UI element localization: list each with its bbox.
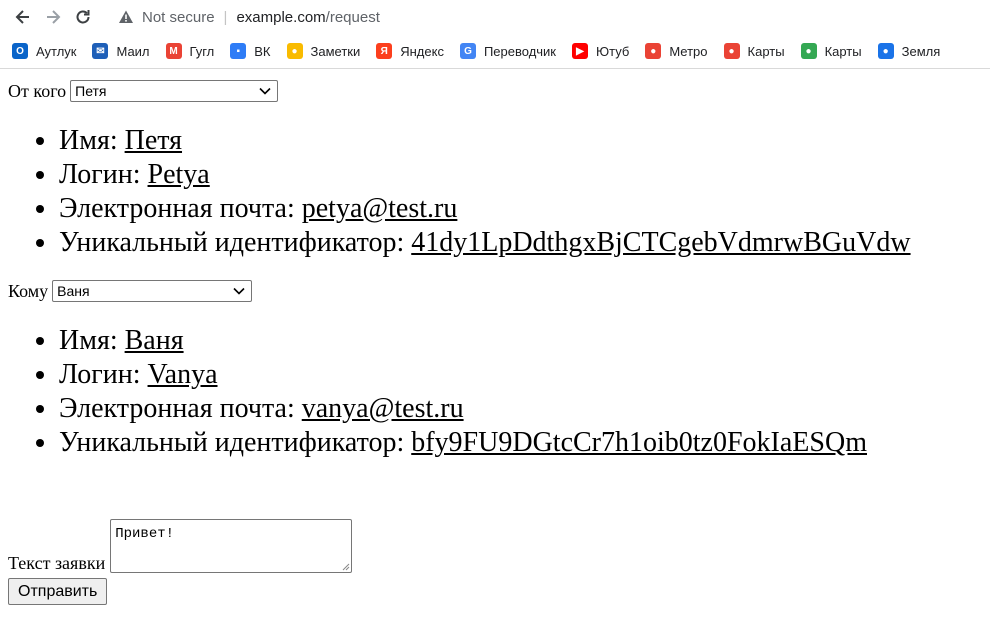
bookmarks-bar: O Аутлук ✉ Маил M Гугл ▪ ВК ● Заметки Я Яндекс G Пере… <box>0 34 990 69</box>
sender-field-label: Уникальный идентификатор: <box>59 227 412 258</box>
recipient-field-label: Имя: <box>59 325 125 356</box>
resize-grip-icon[interactable] <box>342 563 350 571</box>
address-divider: | <box>223 8 228 26</box>
sender-info-item: Имя: Петя <box>59 124 982 158</box>
sender-field-link[interactable]: Petya <box>148 159 210 190</box>
reload-icon <box>76 10 90 24</box>
back-button[interactable] <box>8 2 38 32</box>
bookmark-label: Земля <box>901 43 941 59</box>
bookmark-label: Яндекс <box>400 43 444 59</box>
bookmark-item[interactable]: ▪ ВК <box>230 43 271 59</box>
recipient-field-label: Электронная почта: <box>59 393 302 424</box>
page-content: От кого Петя Имя: ПетяЛогин: PetyaЭлектр… <box>0 80 990 460</box>
bookmark-item[interactable]: O Аутлук <box>12 43 76 59</box>
yandex-icon: Я <box>376 43 393 59</box>
bookmark-label: Метро <box>669 43 708 59</box>
outlook-icon: O <box>12 43 28 59</box>
forward-button[interactable] <box>38 2 68 32</box>
sender-field-label: Логин: <box>59 159 148 190</box>
address-bar: Not secure | example.com/request <box>0 0 990 34</box>
recipient-field-link[interactable]: Ваня <box>125 325 184 356</box>
sender-info-item: Электронная почта: petya@test.ru <box>59 192 982 226</box>
bookmark-item[interactable]: ● Метро <box>645 43 708 59</box>
recipient-info-item: Логин: Vanya <box>59 358 982 392</box>
bookmark-label: Ютуб <box>596 43 630 59</box>
url-host: example.com <box>236 8 326 26</box>
bookmark-item[interactable]: M Гугл <box>165 43 215 59</box>
recipient-info-list: Имя: ВаняЛогин: VanyaЭлектронная почта: … <box>8 324 982 460</box>
request-text-row: Текст заявки Привет! <box>8 519 353 573</box>
bookmark-item[interactable]: ● Карты <box>723 43 785 59</box>
sender-row: От кого Петя <box>8 80 982 102</box>
recipient-info-item: Уникальный идентификатор: bfy9FU9DGtcCr7… <box>59 426 982 460</box>
warning-icon[interactable] <box>118 9 134 25</box>
sender-field-link[interactable]: petya@test.ru <box>302 193 458 224</box>
url-field[interactable]: example.com/request <box>236 9 379 26</box>
map-pin-icon: ● <box>645 43 662 59</box>
youtube-icon: ▶ <box>572 43 588 59</box>
recipient-field-link[interactable]: bfy9FU9DGtcCr7h1oib0tz0FokIaESQm <box>411 427 867 458</box>
arrow-right-icon <box>47 10 61 24</box>
arrow-left-icon <box>15 10 29 24</box>
recipient-info-item: Электронная почта: vanya@test.ru <box>59 392 982 426</box>
bookmark-label: Переводчик <box>483 43 556 59</box>
bookmark-label: ВК <box>254 43 271 59</box>
request-textarea[interactable]: Привет! <box>110 519 353 573</box>
sender-info-item: Уникальный идентификатор: 41dy1LpDdthgxB… <box>59 226 982 260</box>
recipient-field-link[interactable]: vanya@test.ru <box>302 393 464 424</box>
sender-info-item: Логин: Petya <box>59 158 982 192</box>
sender-select[interactable]: Петя <box>70 80 279 102</box>
bookmark-item[interactable]: ▶ Ютуб <box>572 43 629 59</box>
sender-info-list: Имя: ПетяЛогин: PetyaЭлектронная почта: … <box>8 124 982 260</box>
bookmark-label: Карты <box>824 43 862 59</box>
recipient-row: Кому Ваня <box>8 280 982 302</box>
recipient-select[interactable]: Ваня <box>52 280 253 302</box>
recipient-field-label: Уникальный идентификатор: <box>59 427 412 458</box>
sender-field-label: Имя: <box>59 125 125 156</box>
sender-select-value: Петя <box>75 83 107 99</box>
vk-icon: ▪ <box>230 43 247 59</box>
map-pin-icon: ● <box>723 43 740 59</box>
security-status[interactable]: Not secure <box>142 9 215 26</box>
sender-label: От кого <box>8 80 67 101</box>
url-path: /request <box>325 8 380 26</box>
submit-button[interactable]: Отправить <box>8 578 108 605</box>
mail-icon: ✉ <box>92 43 109 59</box>
recipient-field-label: Логин: <box>59 359 148 390</box>
bookmark-label: Карты <box>747 43 785 59</box>
recipient-info-item: Имя: Ваня <box>59 324 982 358</box>
chevron-down-icon <box>233 287 245 295</box>
recipient-label: Кому <box>8 280 49 301</box>
bookmark-label: Гугл <box>189 43 215 59</box>
bookmark-item[interactable]: ● Заметки <box>286 43 361 59</box>
bookmark-item[interactable]: ✉ Маил <box>92 43 150 59</box>
bookmark-item[interactable]: ● Карты <box>800 43 862 59</box>
bookmark-label: Аутлук <box>36 43 77 59</box>
sender-field-link[interactable]: Петя <box>125 125 182 156</box>
recipient-select-value: Ваня <box>57 283 90 299</box>
notes-icon: ● <box>286 43 303 59</box>
bookmark-label: Заметки <box>310 43 361 59</box>
reload-button[interactable] <box>68 2 98 32</box>
request-textarea-value: Привет! <box>115 526 175 542</box>
google-maps-icon: ● <box>800 43 817 59</box>
chevron-down-icon <box>259 87 271 95</box>
gmail-icon: M <box>165 43 182 59</box>
bookmark-label: Маил <box>116 43 150 59</box>
bookmark-item[interactable]: G Переводчик <box>459 43 556 59</box>
translate-icon: G <box>459 43 476 59</box>
bookmark-item[interactable]: ● Земля <box>877 43 941 59</box>
sender-field-link[interactable]: 41dy1LpDdthgxBjCTCgebVdmrwBGuVdw <box>411 227 910 258</box>
bookmark-item[interactable]: Я Яндекс <box>376 43 444 59</box>
earth-icon: ● <box>877 43 894 59</box>
recipient-field-link[interactable]: Vanya <box>148 359 218 390</box>
request-text-label: Текст заявки <box>8 553 106 573</box>
sender-field-label: Электронная почта: <box>59 193 302 224</box>
